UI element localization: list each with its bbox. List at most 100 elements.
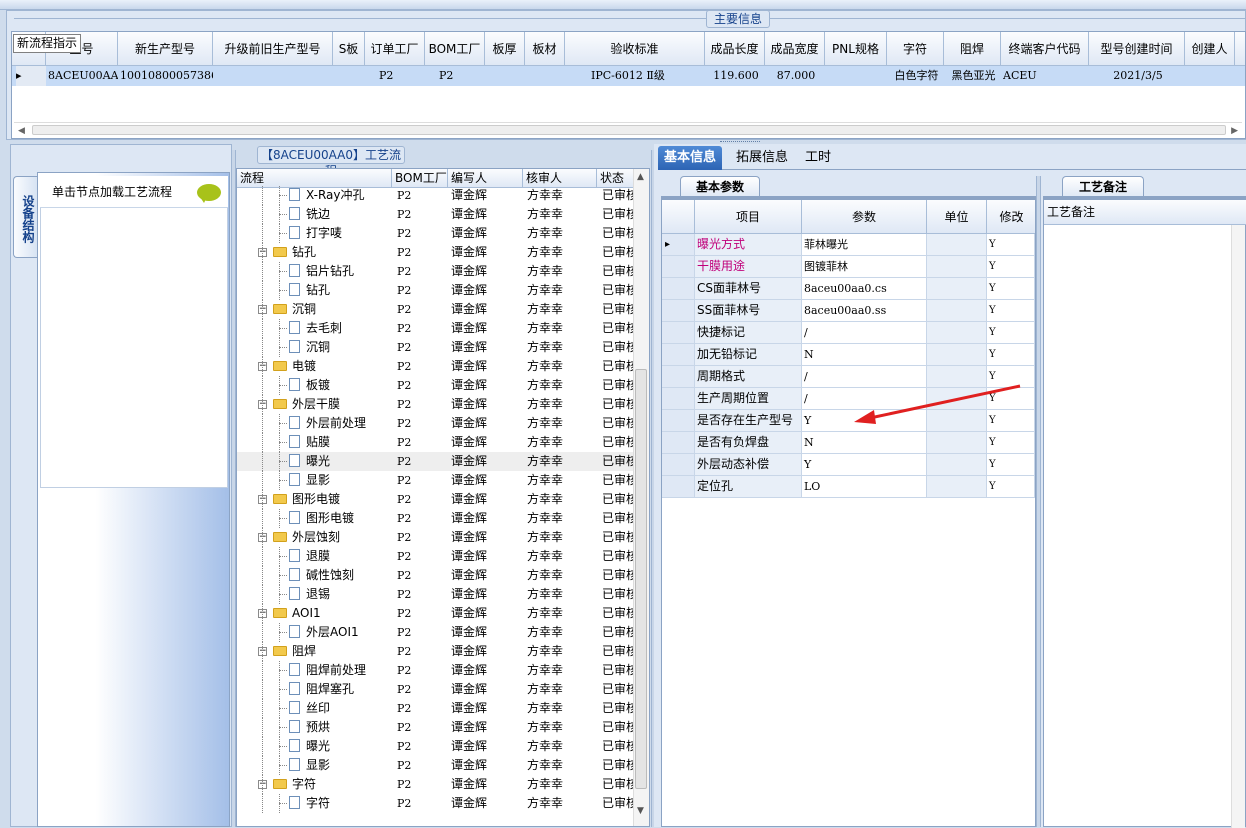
main-col-7[interactable]: 板材	[525, 32, 565, 66]
param-cell-value[interactable]: 8aceu00aa0.ss	[802, 300, 927, 321]
main-col-10[interactable]: 成品宽度	[765, 32, 825, 66]
flow-row[interactable]: 钻孔−P2谭金辉方幸幸已审核	[237, 243, 633, 262]
flow-row[interactable]: 曝光 P2 谭金辉 方幸幸 已审核	[237, 452, 633, 471]
scroll-left-icon[interactable]: ◀	[18, 126, 25, 136]
cell-material[interactable]	[527, 66, 565, 86]
param-row[interactable]: SS面菲林号 8aceu00aa0.ss Y	[662, 300, 1035, 322]
flow-row[interactable]: 字符−P2谭金辉方幸幸已审核	[237, 775, 633, 794]
cell-creator[interactable]	[1187, 66, 1235, 86]
scroll-up-icon[interactable]: ▲	[637, 172, 644, 182]
flow-row[interactable]: 阻焊塞孔 P2 谭金辉 方幸幸 已审核	[237, 680, 633, 699]
tab-basic-info[interactable]: 基本信息	[658, 146, 722, 170]
cell-new-model[interactable]: 10010800057386	[120, 66, 213, 86]
param-cell-value[interactable]: N	[802, 432, 927, 453]
cell-model[interactable]: 8ACEU00AA0	[48, 66, 118, 86]
tab-basic-params[interactable]: 基本参数	[680, 176, 760, 197]
main-col-16[interactable]: 创建人	[1185, 32, 1235, 66]
flow-row[interactable]: 图形电镀 P2 谭金辉 方幸幸 已审核	[237, 509, 633, 528]
param-row[interactable]: CS面菲林号 8aceu00aa0.cs Y	[662, 278, 1035, 300]
flow-row[interactable]: 曝光 P2 谭金辉 方幸幸 已审核	[237, 737, 633, 756]
scroll-down-icon[interactable]: ▼	[637, 806, 644, 816]
main-col-14[interactable]: 终端客户代码	[1001, 32, 1089, 66]
main-info-hscroll[interactable]: ◀ ▶	[14, 122, 1242, 137]
flow-row[interactable]: 板镀 P2 谭金辉 方幸幸 已审核	[237, 376, 633, 395]
cell-old-model[interactable]	[215, 66, 333, 86]
main-col-12[interactable]: 字符	[887, 32, 944, 66]
main-col-11[interactable]: PNL规格	[825, 32, 887, 66]
main-col-15[interactable]: 型号创建时间	[1089, 32, 1185, 66]
param-row[interactable]: 加无铅标记 N Y	[662, 344, 1035, 366]
notes-scrollbar[interactable]	[1231, 225, 1245, 828]
col-unit[interactable]: 单位	[927, 200, 987, 234]
flow-row[interactable]: 铝片钻孔 P2 谭金辉 方幸幸 已审核	[237, 262, 633, 281]
main-col-17[interactable]: S	[1235, 32, 1245, 66]
main-col-13[interactable]: 阻焊	[944, 32, 1001, 66]
flow-row[interactable]: 退锡 P2 谭金辉 方幸幸 已审核	[237, 585, 633, 604]
flow-row[interactable]: 外层蚀刻−P2谭金辉方幸幸已审核	[237, 528, 633, 547]
flow-row[interactable]: 电镀−P2谭金辉方幸幸已审核	[237, 357, 633, 376]
flow-row[interactable]: 退膜 P2 谭金辉 方幸幸 已审核	[237, 547, 633, 566]
main-col-8[interactable]: 验收标准	[565, 32, 705, 66]
param-row[interactable]: 快捷标记 / Y	[662, 322, 1035, 344]
cell-standard[interactable]: IPC-6012 Ⅱ级	[567, 66, 705, 86]
main-col-6[interactable]: 板厚	[485, 32, 525, 66]
flow-row[interactable]: 沉铜−P2谭金辉方幸幸已审核	[237, 300, 633, 319]
main-info-row[interactable]: ▸ 8ACEU00AA0 10010800057386 P2 P2 IPC-6012 Ⅱ级…	[12, 66, 1245, 86]
scroll-thumb[interactable]	[32, 125, 1226, 135]
param-cell-value[interactable]: Y	[802, 454, 927, 475]
flow-row[interactable]: 沉铜 P2 谭金辉 方幸幸 已审核	[237, 338, 633, 357]
flow-row[interactable]: 外层前处理 P2 谭金辉 方幸幸 已审核	[237, 414, 633, 433]
flow-row[interactable]: 碱性蚀刻 P2 谭金辉 方幸幸 已审核	[237, 566, 633, 585]
flow-row[interactable]: 阻焊前处理 P2 谭金辉 方幸幸 已审核	[237, 661, 633, 680]
param-cell-value[interactable]: LO	[802, 476, 927, 497]
param-cell-value[interactable]: 8aceu00aa0.cs	[802, 278, 927, 299]
flow-row[interactable]: 显影 P2 谭金辉 方幸幸 已审核	[237, 756, 633, 775]
cell-solder[interactable]: 黑色亚光	[946, 66, 1001, 86]
col-item[interactable]: 项目	[695, 200, 802, 234]
cell-s-board[interactable]	[335, 66, 365, 86]
flow-row[interactable]: 显影 P2 谭金辉 方幸幸 已审核	[237, 471, 633, 490]
param-row[interactable]: 是否有负焊盘 N Y	[662, 432, 1035, 454]
main-col-2[interactable]: 升级前旧生产型号	[213, 32, 333, 66]
cell-width[interactable]: 87.000	[767, 66, 825, 86]
cell-char[interactable]: 白色字符	[889, 66, 944, 86]
param-cell-value[interactable]: /	[802, 322, 927, 343]
flow-scroll-thumb[interactable]	[635, 369, 647, 789]
scroll-right-icon[interactable]: ▶	[1231, 126, 1238, 136]
flow-row[interactable]: 外层干膜−P2谭金辉方幸幸已审核	[237, 395, 633, 414]
right-splitter[interactable]	[1036, 176, 1041, 827]
flow-row[interactable]: 去毛刺 P2 谭金辉 方幸幸 已审核	[237, 319, 633, 338]
cell-customer[interactable]: ACEU	[1003, 66, 1089, 86]
main-col-5[interactable]: BOM工厂	[425, 32, 485, 66]
param-row[interactable]: 干膜用途 图镀菲林 Y	[662, 256, 1035, 278]
param-row[interactable]: ▸ 曝光方式 菲林曝光 Y	[662, 234, 1035, 256]
main-col-9[interactable]: 成品长度	[705, 32, 765, 66]
flow-row[interactable]: 打字唛 P2 谭金辉 方幸幸 已审核	[237, 224, 633, 243]
flow-row[interactable]: 丝印 P2 谭金辉 方幸幸 已审核	[237, 699, 633, 718]
flow-vscroll[interactable]: ▲ ▼	[633, 169, 649, 826]
param-cell-value[interactable]: 图镀菲林	[802, 256, 927, 277]
col-param[interactable]: 参数	[802, 200, 927, 234]
flow-row[interactable]: 图形电镀−P2谭金辉方幸幸已审核	[237, 490, 633, 509]
param-cell-value[interactable]: 菲林曝光	[802, 234, 927, 255]
main-col-1[interactable]: 新生产型号	[118, 32, 213, 66]
flow-row[interactable]: 外层AOI1 P2 谭金辉 方幸幸 已审核	[237, 623, 633, 642]
cell-pnl[interactable]	[827, 66, 887, 86]
flow-row[interactable]: 预烘 P2 谭金辉 方幸幸 已审核	[237, 718, 633, 737]
flow-row[interactable]: 钻孔 P2 谭金辉 方幸幸 已审核	[237, 281, 633, 300]
tab-device-structure[interactable]: 设备结构	[13, 176, 37, 258]
cell-created[interactable]: 2021/3/5	[1091, 66, 1185, 86]
cell-thickness[interactable]	[487, 66, 525, 86]
cell-bom-factory[interactable]: P2	[427, 66, 485, 86]
flow-row[interactable]: 铣边 P2 谭金辉 方幸幸 已审核	[237, 205, 633, 224]
flow-row[interactable]: X-Ray冲孔 P2 谭金辉 方幸幸 已审核	[237, 186, 633, 205]
param-row[interactable]: 外层动态补偿 Y Y	[662, 454, 1035, 476]
cell-order-factory[interactable]: P2	[367, 66, 425, 86]
flow-row[interactable]: 阻焊−P2谭金辉方幸幸已审核	[237, 642, 633, 661]
cell-length[interactable]: 119.600	[707, 66, 765, 86]
param-cell-value[interactable]: N	[802, 344, 927, 365]
param-row[interactable]: 定位孔 LO Y	[662, 476, 1035, 498]
tab-work-hours[interactable]: 工时	[798, 146, 838, 170]
flow-row[interactable]: 贴膜 P2 谭金辉 方幸幸 已审核	[237, 433, 633, 452]
flow-row[interactable]: AOI1−P2谭金辉方幸幸已审核	[237, 604, 633, 623]
